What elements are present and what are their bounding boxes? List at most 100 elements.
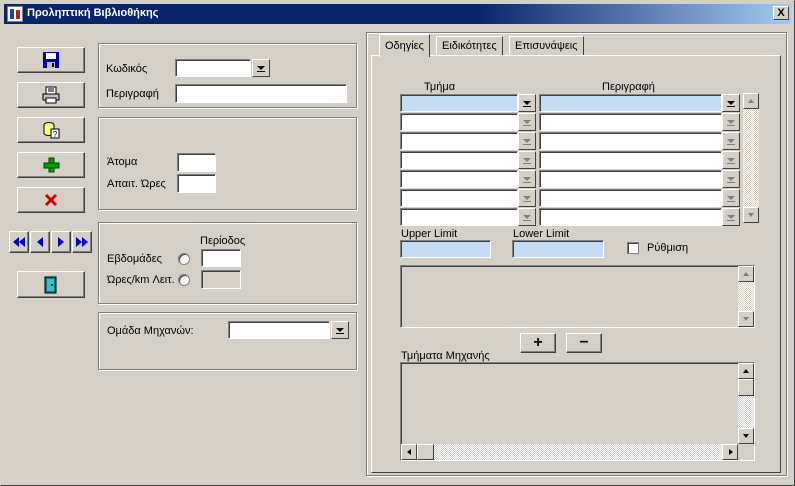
parts-scroll-down-button[interactable] bbox=[738, 428, 754, 444]
setting-label: Ρύθμιση bbox=[647, 242, 689, 254]
arrow-down-icon bbox=[743, 434, 749, 438]
hours-km-label: Ώρες/km Λειτ. bbox=[107, 274, 175, 286]
parts-hscroll-thumb[interactable] bbox=[417, 444, 434, 460]
description-cell[interactable] bbox=[539, 113, 722, 131]
notes-box[interactable] bbox=[400, 265, 755, 328]
description-dropdown-button[interactable] bbox=[722, 132, 740, 150]
svg-text:?: ? bbox=[53, 130, 58, 139]
dropdown-arrow-icon bbox=[727, 177, 735, 183]
description-cell[interactable] bbox=[539, 208, 722, 226]
code-field[interactable] bbox=[175, 59, 251, 77]
machine-group-dropdown-button[interactable] bbox=[331, 321, 349, 339]
weeks-label: Εβδομάδες bbox=[107, 253, 162, 265]
section-cell[interactable] bbox=[400, 170, 518, 188]
description-field[interactable] bbox=[175, 84, 347, 103]
parts-scroll-thumb[interactable] bbox=[738, 379, 754, 396]
description-dropdown-button[interactable] bbox=[722, 208, 740, 226]
arrow-left-icon bbox=[407, 449, 411, 455]
parts-hscrollbar[interactable] bbox=[401, 444, 738, 460]
add-part-button[interactable]: + bbox=[520, 333, 556, 353]
section-dropdown-button[interactable] bbox=[518, 94, 536, 112]
notes-scrollbar[interactable] bbox=[738, 266, 754, 327]
dropdown-arrow-icon bbox=[523, 120, 531, 126]
query-button[interactable]: ? bbox=[17, 117, 85, 143]
exit-button[interactable] bbox=[17, 271, 85, 298]
weeks-radio[interactable] bbox=[178, 253, 190, 265]
section-dropdown-button[interactable] bbox=[518, 208, 536, 226]
code-dropdown-button[interactable] bbox=[252, 59, 270, 77]
description-dropdown-button[interactable] bbox=[722, 170, 740, 188]
add-button[interactable] bbox=[17, 152, 85, 178]
lower-limit-label: Lower Limit bbox=[513, 228, 570, 240]
required-hours-label: Απαιτ. Ώρες bbox=[107, 178, 166, 190]
print-button[interactable] bbox=[17, 82, 85, 108]
section-dropdown-button[interactable] bbox=[518, 113, 536, 131]
weeks-field[interactable] bbox=[201, 249, 241, 267]
dropdown-arrow-icon bbox=[336, 328, 344, 334]
arrow-up-icon bbox=[748, 99, 754, 103]
remove-part-button[interactable]: − bbox=[566, 333, 602, 353]
delete-button[interactable] bbox=[17, 187, 85, 213]
section-dropdown-button[interactable] bbox=[518, 132, 536, 150]
notes-scroll-down-button[interactable] bbox=[738, 311, 754, 327]
description-dropdown-button[interactable] bbox=[722, 189, 740, 207]
tab-instructions[interactable]: Οδηγίες bbox=[379, 34, 430, 57]
notes-scroll-up-button[interactable] bbox=[738, 266, 754, 282]
parts-scroll-left-button[interactable] bbox=[401, 444, 417, 460]
lower-limit-field[interactable] bbox=[512, 240, 604, 258]
dropdown-arrow-icon bbox=[727, 120, 735, 126]
add-icon bbox=[43, 157, 60, 173]
section-dropdown-button[interactable] bbox=[518, 189, 536, 207]
setting-checkbox[interactable] bbox=[627, 242, 639, 254]
section-dropdown-button[interactable] bbox=[518, 151, 536, 169]
section-cell[interactable] bbox=[400, 151, 518, 169]
first-record-button[interactable] bbox=[9, 231, 29, 253]
prev-icon bbox=[37, 237, 43, 247]
dropdown-arrow-icon bbox=[727, 101, 735, 107]
required-hours-field[interactable] bbox=[177, 174, 216, 193]
description-cell[interactable] bbox=[539, 151, 722, 169]
description-label: Περιγραφή bbox=[106, 88, 159, 100]
parts-scroll-right-button[interactable] bbox=[722, 444, 738, 460]
section-cell[interactable] bbox=[400, 189, 518, 207]
description-dropdown-button[interactable] bbox=[722, 94, 740, 112]
scroll-down-button[interactable] bbox=[743, 207, 759, 223]
section-cell[interactable] bbox=[400, 208, 518, 226]
hours-km-radio[interactable] bbox=[178, 274, 190, 286]
dropdown-arrow-icon bbox=[257, 66, 265, 72]
query-icon: ? bbox=[43, 122, 60, 139]
section-dropdown-button[interactable] bbox=[518, 170, 536, 188]
description-dropdown-button[interactable] bbox=[722, 151, 740, 169]
dropdown-arrow-icon bbox=[523, 177, 531, 183]
dropdown-arrow-icon bbox=[523, 196, 531, 202]
description-cell[interactable] bbox=[539, 170, 722, 188]
last-record-button[interactable] bbox=[72, 231, 92, 253]
description-cell[interactable] bbox=[539, 189, 722, 207]
tab-specialties[interactable]: Ειδικότητες bbox=[436, 36, 503, 56]
persons-field[interactable] bbox=[177, 153, 216, 172]
section-cell[interactable] bbox=[400, 132, 518, 150]
section-cell[interactable] bbox=[400, 113, 518, 131]
parts-vscrollbar[interactable] bbox=[738, 363, 754, 444]
description-cell[interactable] bbox=[539, 132, 722, 150]
scroll-up-button[interactable] bbox=[743, 93, 759, 109]
machine-group-field[interactable] bbox=[228, 321, 330, 339]
dropdown-arrow-icon bbox=[727, 196, 735, 202]
upper-limit-field[interactable] bbox=[400, 240, 491, 258]
close-button[interactable]: X bbox=[773, 6, 789, 20]
save-icon bbox=[43, 52, 59, 68]
dropdown-arrow-icon bbox=[523, 139, 531, 145]
grid-scrollbar[interactable] bbox=[743, 93, 759, 223]
tab-attachments[interactable]: Επισυνάψεις bbox=[509, 36, 584, 56]
next-record-button[interactable] bbox=[51, 231, 71, 253]
parts-scroll-up-button[interactable] bbox=[738, 363, 754, 379]
prev-record-button[interactable] bbox=[30, 231, 50, 253]
description-cell[interactable] bbox=[539, 94, 722, 112]
save-button[interactable] bbox=[17, 47, 85, 73]
app-icon bbox=[7, 6, 23, 22]
code-label: Κωδικός bbox=[106, 63, 148, 75]
dropdown-arrow-icon bbox=[523, 215, 531, 221]
description-dropdown-button[interactable] bbox=[722, 113, 740, 131]
section-cell[interactable] bbox=[400, 94, 518, 112]
title-bar[interactable]: Προληπτική Βιβλιοθήκης X bbox=[4, 4, 791, 24]
